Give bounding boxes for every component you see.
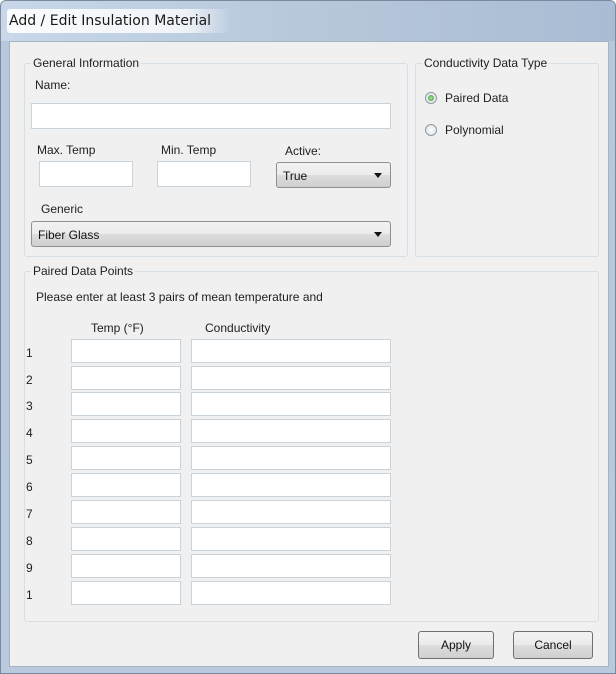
conductivity-cell[interactable]	[191, 554, 391, 578]
conductivity-cell[interactable]	[191, 500, 391, 524]
active-dropdown[interactable]: True	[276, 162, 391, 188]
generic-label: Generic	[41, 202, 84, 216]
temp-cell[interactable]	[71, 366, 181, 390]
temp-cell[interactable]	[71, 581, 181, 605]
paired-data-radio[interactable]	[425, 92, 437, 104]
temp-cell[interactable]	[71, 339, 181, 363]
min-temp-label: Min. Temp	[161, 143, 217, 157]
dialog-client-area: General Information Name: Max. Temp Min.…	[9, 41, 609, 667]
apply-button[interactable]: Apply	[418, 631, 494, 659]
conductivity-cell[interactable]	[191, 527, 391, 551]
chevron-down-icon	[374, 232, 382, 237]
conductivity-cell[interactable]	[191, 339, 391, 363]
row-number: 5	[26, 453, 33, 467]
conductivity-cell[interactable]	[191, 419, 391, 443]
name-label: Name:	[35, 78, 71, 92]
window-title: Add / Edit Insulation Material	[9, 13, 212, 29]
conductivity-cell[interactable]	[191, 473, 391, 497]
conductivity-cell[interactable]	[191, 581, 391, 605]
conductivity-data-type-label: Conductivity Data Type	[422, 56, 550, 70]
temp-cell[interactable]	[71, 554, 181, 578]
conductivity-cell[interactable]	[191, 446, 391, 470]
paired-data-instructions: Please enter at least 3 pairs of mean te…	[36, 290, 323, 304]
max-temp-label: Max. Temp	[37, 143, 96, 157]
generic-dropdown[interactable]: Fiber Glass	[31, 221, 391, 247]
row-number: 2	[26, 373, 33, 387]
row-number: 8	[26, 534, 33, 548]
row-number: 6	[26, 480, 33, 494]
temp-cell[interactable]	[71, 446, 181, 470]
chevron-down-icon	[374, 173, 382, 178]
temp-column-header: Temp (°F)	[91, 321, 144, 335]
row-number: 9	[26, 561, 33, 575]
row-number: 4	[26, 426, 33, 440]
temp-cell[interactable]	[71, 392, 181, 416]
polynomial-radio[interactable]	[425, 124, 437, 136]
paired-data-points-label: Paired Data Points	[31, 264, 136, 278]
generic-dropdown-value: Fiber Glass	[38, 228, 100, 242]
polynomial-label[interactable]: Polynomial	[445, 123, 504, 137]
temp-cell[interactable]	[71, 419, 181, 443]
row-number: 1	[26, 346, 33, 360]
temp-cell[interactable]	[71, 527, 181, 551]
active-label: Active:	[285, 144, 322, 158]
active-dropdown-value: True	[283, 169, 308, 183]
temp-cell[interactable]	[71, 500, 181, 524]
max-temp-input[interactable]	[39, 161, 133, 187]
paired-data-label[interactable]: Paired Data	[445, 91, 508, 105]
row-number: 1	[26, 588, 33, 602]
conductivity-column-header: Conductivity	[205, 321, 271, 335]
min-temp-input[interactable]	[157, 161, 251, 187]
row-number: 3	[26, 399, 33, 413]
temp-cell[interactable]	[71, 473, 181, 497]
dialog-window: Add / Edit Insulation Material General I…	[0, 0, 616, 674]
general-information-label: General Information	[31, 56, 142, 70]
name-input[interactable]	[31, 103, 391, 129]
title-bar[interactable]: Add / Edit Insulation Material	[1, 1, 615, 41]
row-number: 7	[26, 507, 33, 521]
conductivity-cell[interactable]	[191, 392, 391, 416]
cancel-button[interactable]: Cancel	[513, 631, 593, 659]
conductivity-cell[interactable]	[191, 366, 391, 390]
